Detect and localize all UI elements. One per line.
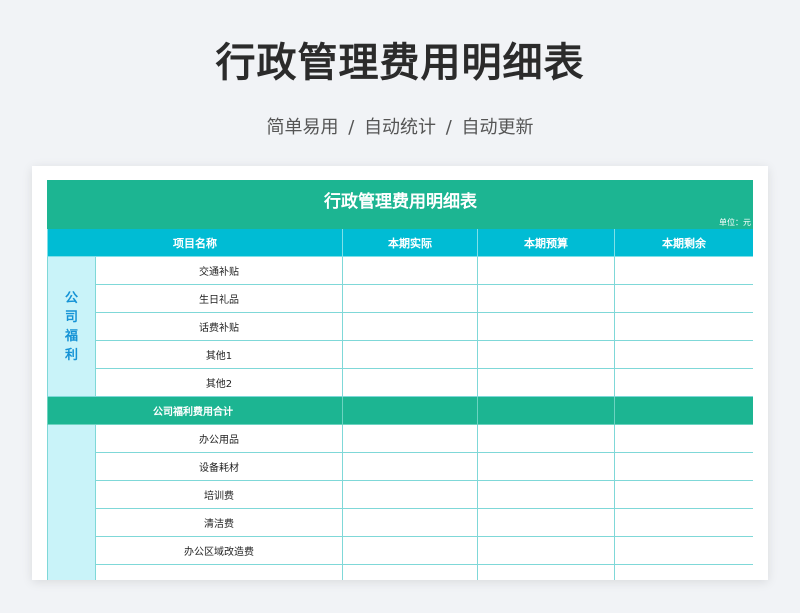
remaining-cell[interactable] xyxy=(613,368,753,397)
item-name-cell[interactable]: 办公用品 xyxy=(95,424,343,453)
column-header-remaining[interactable]: 本期剩余 xyxy=(613,228,753,257)
remaining-cell[interactable] xyxy=(613,564,753,580)
budget-cell[interactable] xyxy=(477,536,615,565)
budget-cell[interactable] xyxy=(477,424,615,453)
category-cell[interactable] xyxy=(47,424,96,580)
actual-cell[interactable] xyxy=(342,368,478,397)
budget-cell[interactable] xyxy=(477,480,615,509)
page-subtitle: 简单易用 / 自动统计 / 自动更新 xyxy=(266,117,534,138)
table-row: 清洁费 xyxy=(48,508,753,537)
actual-cell[interactable] xyxy=(342,340,478,369)
column-header-item-name[interactable]: 项目名称 xyxy=(47,228,343,257)
item-name-cell[interactable]: 话费补贴 xyxy=(95,312,343,341)
table-row: 办公用品 xyxy=(47,424,753,580)
item-name-cell[interactable]: 交通补贴 xyxy=(95,256,343,285)
budget-cell[interactable] xyxy=(477,256,615,285)
unit-label: 单位：元 xyxy=(47,216,753,229)
table-row: 其他1 xyxy=(48,340,753,369)
actual-cell[interactable] xyxy=(342,480,478,509)
sheet-title: 行政管理费用明细表 xyxy=(47,180,753,217)
remaining-cell[interactable] xyxy=(613,256,753,285)
item-name-cell[interactable]: 生日礼品 xyxy=(95,284,343,313)
subtotal-actual-cell[interactable] xyxy=(342,396,478,425)
remaining-cell[interactable] xyxy=(613,536,753,565)
budget-cell[interactable] xyxy=(477,564,615,580)
item-name-cell[interactable]: 清洁费 xyxy=(95,508,343,537)
column-header-actual[interactable]: 本期实际 xyxy=(342,228,478,257)
table-row: 其他2 xyxy=(48,368,753,397)
table-row: 培训费 xyxy=(48,480,753,509)
table-row: 话费补贴 xyxy=(48,312,753,341)
expense-table: 行政管理费用明细表 单位：元 项目名称 本期实际 本期预算 本期剩余 公司福利 交… xyxy=(47,180,753,580)
remaining-cell[interactable] xyxy=(613,480,753,509)
actual-cell[interactable] xyxy=(342,452,478,481)
table-row: 设备耗材 xyxy=(48,452,753,481)
table-row: 生日礼品 xyxy=(48,284,753,313)
item-name-cell[interactable]: 设备耗材 xyxy=(95,452,343,481)
item-name-cell[interactable]: 其他1 xyxy=(95,340,343,369)
budget-cell[interactable] xyxy=(477,508,615,537)
item-name-cell[interactable]: 培训费 xyxy=(95,480,343,509)
remaining-cell[interactable] xyxy=(613,312,753,341)
column-header-budget[interactable]: 本期预算 xyxy=(477,228,615,257)
page-title: 行政管理费用明细表 xyxy=(215,40,585,86)
subtotal-remaining-cell[interactable] xyxy=(613,396,753,425)
actual-cell[interactable] xyxy=(342,536,478,565)
spreadsheet-card: 行政管理费用明细表 单位：元 项目名称 本期实际 本期预算 本期剩余 公司福利 交… xyxy=(32,166,768,580)
actual-cell[interactable] xyxy=(342,256,478,285)
category-label: 公司福利 xyxy=(64,290,78,363)
remaining-cell[interactable] xyxy=(613,508,753,537)
category-cell[interactable]: 公司福利 xyxy=(47,256,96,397)
remaining-cell[interactable] xyxy=(613,340,753,369)
sheet-title-row: 行政管理费用明细表 xyxy=(47,180,753,217)
actual-cell[interactable] xyxy=(342,312,478,341)
subtotal-label[interactable]: 公司福利费用合计 xyxy=(47,396,343,425)
expense-sheet: 行政管理费用明细表 单位：元 项目名称 本期实际 本期预算 本期剩余 公司福利 交… xyxy=(47,180,753,580)
unit-row: 单位：元 xyxy=(47,216,753,229)
remaining-cell[interactable] xyxy=(613,452,753,481)
remaining-cell[interactable] xyxy=(613,284,753,313)
subtotal-budget-cell[interactable] xyxy=(477,396,615,425)
budget-cell[interactable] xyxy=(477,452,615,481)
budget-cell[interactable] xyxy=(477,368,615,397)
item-name-cell[interactable]: 其他2 xyxy=(95,368,343,397)
subtotal-row: 公司福利费用合计 xyxy=(47,396,753,425)
actual-cell[interactable] xyxy=(342,284,478,313)
budget-cell[interactable] xyxy=(477,340,615,369)
actual-cell[interactable] xyxy=(342,564,478,580)
actual-cell[interactable] xyxy=(342,424,478,453)
table-row xyxy=(48,564,753,580)
budget-cell[interactable] xyxy=(477,312,615,341)
item-name-cell[interactable]: 办公区域改造费 xyxy=(95,536,343,565)
budget-cell[interactable] xyxy=(477,284,615,313)
item-name-cell[interactable] xyxy=(95,564,343,580)
header-row: 项目名称 本期实际 本期预算 本期剩余 xyxy=(47,228,753,257)
actual-cell[interactable] xyxy=(342,508,478,537)
table-row: 公司福利 交通补贴 xyxy=(47,256,753,397)
remaining-cell[interactable] xyxy=(613,424,753,453)
table-row: 办公区域改造费 xyxy=(48,536,753,565)
